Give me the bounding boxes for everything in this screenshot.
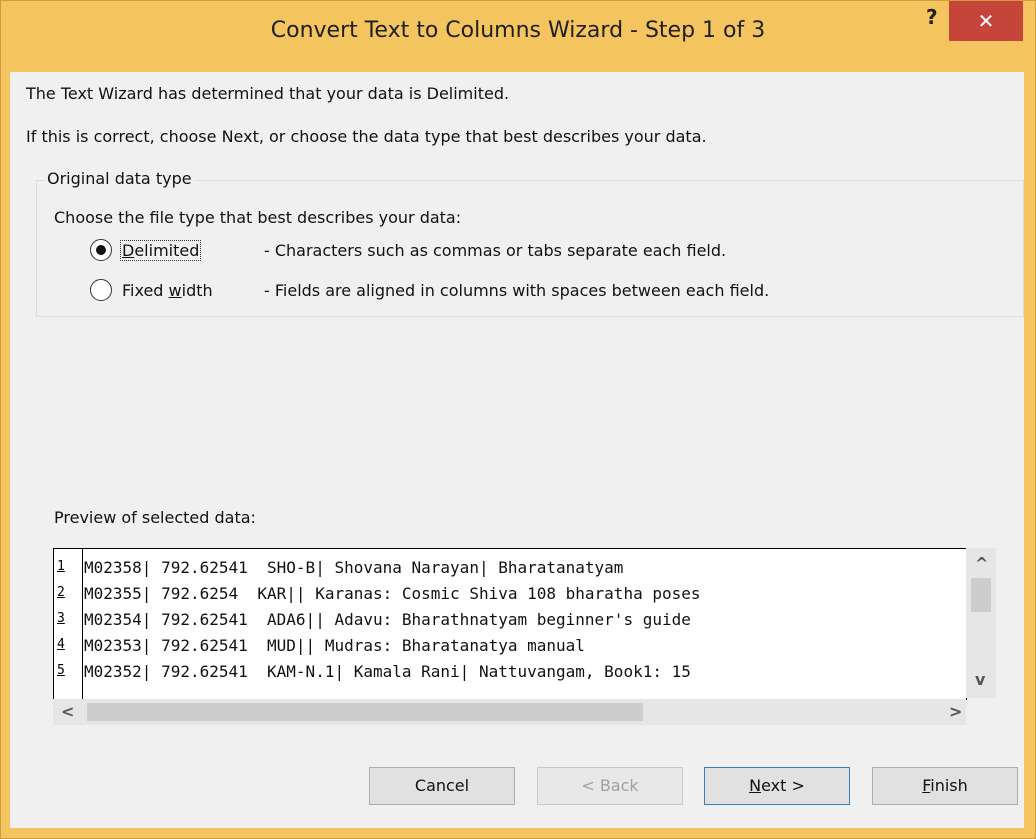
scroll-up-icon[interactable]: ^ [975,554,988,573]
preview-row: M02354| 792.62541 ADA6|| Adavu: Bharathn… [84,610,691,629]
fixed-width-radio[interactable] [90,279,112,301]
line-number: 2 [57,585,65,600]
fixed-width-option-label[interactable]: Fixed width [122,281,213,300]
preview-row: M02353| 792.62541 MUD|| Mudras: Bharatan… [84,636,585,655]
delimited-radio[interactable] [90,239,112,261]
scroll-right-icon[interactable]: > [949,702,962,721]
line-number: 3 [57,611,65,626]
radio-selected-dot [96,245,106,255]
preview-row: M02352| 792.62541 KAM-N.1| Kamala Rani| … [84,662,691,681]
data-preview-pane[interactable]: 1 2 3 4 5 M02358| 792.62541 SHO-B| Shova… [53,548,967,700]
file-type-prompt: Choose the file type that best describes… [54,208,462,227]
vertical-scroll-thumb[interactable] [971,578,991,612]
horizontal-scroll-thumb[interactable] [87,703,643,721]
back-button[interactable]: < Back [537,767,683,805]
close-button[interactable]: ✕ [949,1,1023,41]
preview-line-numbers: 1 2 3 4 5 [54,549,83,699]
focus-outline: Delimited [120,240,202,261]
delimited-option-label[interactable]: Delimited [120,240,202,261]
window-title: Convert Text to Columns Wizard - Step 1 … [270,18,766,43]
scroll-left-icon[interactable]: < [61,702,74,721]
line-number: 5 [57,663,65,678]
group-label: Original data type [45,169,195,188]
intro-line-2: If this is correct, choose Next, or choo… [26,127,707,146]
finish-button[interactable]: Finish [872,767,1018,805]
preview-row: M02358| 792.62541 SHO-B| Shovana Narayan… [84,558,624,577]
cancel-button[interactable]: Cancel [369,767,515,805]
title-bar: Convert Text to Columns Wizard - Step 1 … [1,1,1035,73]
preview-row: M02355| 792.6254 KAR|| Karanas: Cosmic S… [84,584,701,603]
delimited-description: - Characters such as commas or tabs sepa… [264,241,727,260]
scroll-down-icon[interactable]: v [975,670,985,689]
line-number: 1 [57,559,65,574]
line-number: 4 [57,637,65,652]
next-button[interactable]: Next > [704,767,850,805]
horizontal-scrollbar[interactable]: < > [53,699,966,725]
preview-label: Preview of selected data: [54,508,256,527]
intro-line-1: The Text Wizard has determined that your… [26,84,510,103]
help-button[interactable]: ? [926,5,938,29]
fixed-width-description: - Fields are aligned in columns with spa… [264,281,770,300]
vertical-scrollbar[interactable]: ^ v [966,548,996,698]
